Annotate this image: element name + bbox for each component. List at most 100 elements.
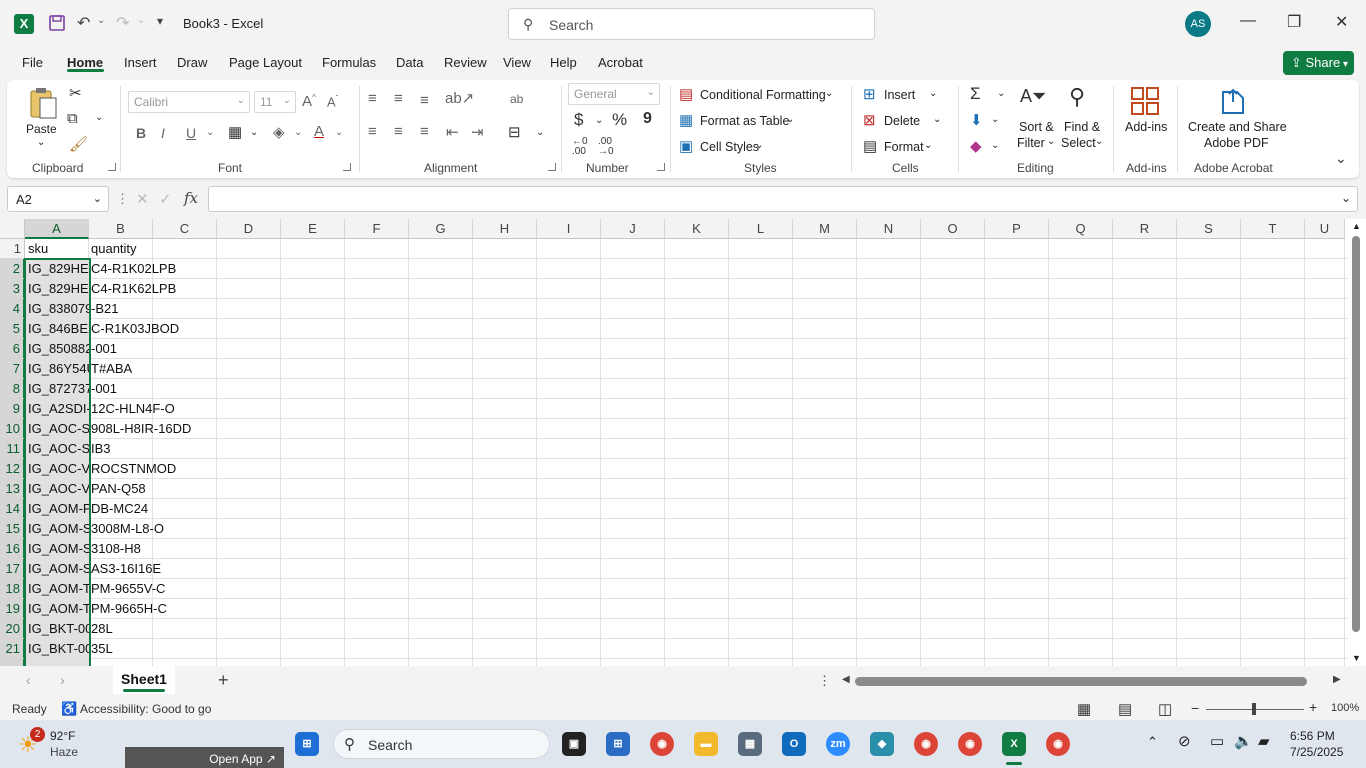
number-launcher-icon[interactable] — [657, 163, 665, 171]
row-header-partial[interactable] — [0, 659, 25, 666]
tab-file[interactable]: File — [22, 55, 43, 70]
zoom-level[interactable]: 100% — [1331, 702, 1359, 714]
row-header[interactable]: 8 — [0, 379, 25, 399]
chrome-profile-2-icon[interactable]: ◉ — [958, 732, 982, 756]
cell-styles-dropdown-icon[interactable]: ⌄ — [755, 140, 763, 151]
select-all-corner[interactable] — [0, 219, 25, 239]
name-box[interactable]: A2 ⌄ — [7, 186, 109, 212]
speaker-icon[interactable]: 🔈 — [1234, 732, 1253, 750]
row-header[interactable]: 3 — [0, 279, 25, 299]
insert-function-icon[interactable]: fx — [184, 189, 198, 207]
conditional-formatting-icon[interactable]: ▤ — [679, 85, 693, 103]
find-select-icon[interactable]: ⚲ — [1069, 84, 1085, 110]
column-header-c[interactable]: C — [153, 219, 217, 239]
taskbar-search[interactable]: ⚲ Search — [333, 729, 550, 759]
font-color-dropdown-icon[interactable]: ⌄ — [335, 127, 343, 138]
row-header[interactable]: 20 — [0, 619, 25, 639]
tab-formulas[interactable]: Formulas — [322, 55, 376, 70]
create-pdf-label-2[interactable]: Adobe PDF — [1204, 136, 1269, 150]
network-icon[interactable]: ⊘ — [1178, 732, 1191, 750]
paste-icon[interactable] — [28, 86, 58, 124]
increase-font-size-icon[interactable]: A^ — [302, 93, 316, 110]
bold-icon[interactable]: B — [136, 125, 146, 141]
borders-dropdown-icon[interactable]: ⌄ — [250, 127, 258, 138]
cell-a[interactable]: sku — [28, 239, 90, 259]
column-header-l[interactable]: L — [729, 219, 793, 239]
conditional-formatting-dropdown-icon[interactable]: ⌄ — [825, 88, 833, 99]
name-box-dropdown-icon[interactable]: ⌄ — [93, 192, 102, 205]
column-header-k[interactable]: K — [665, 219, 729, 239]
task-view-icon[interactable]: ▣ — [562, 732, 586, 756]
decrease-indent-icon[interactable]: ⇤ — [446, 123, 459, 141]
calculator-icon[interactable]: ▦ — [738, 732, 762, 756]
borders-icon[interactable]: ▦ — [228, 123, 242, 141]
normal-view-icon[interactable]: ▦ — [1077, 700, 1091, 718]
cell-b[interactable]: 3108-H8 — [91, 539, 141, 559]
delete-cells-icon[interactable]: ⊠ — [863, 111, 876, 129]
clear-dropdown-icon[interactable]: ⌄ — [991, 140, 999, 151]
restore-icon[interactable]: ❐ — [1287, 12, 1301, 32]
column-header-s[interactable]: S — [1177, 219, 1241, 239]
cell-b[interactable]: C4-R1K62LPB — [91, 279, 176, 299]
row-header[interactable]: 5 — [0, 319, 25, 339]
middle-align-icon[interactable]: ≡ — [394, 90, 403, 107]
column-header-j[interactable]: J — [601, 219, 665, 239]
column-header-e[interactable]: E — [281, 219, 345, 239]
cell-b[interactable]: 3008M-L8-O — [91, 519, 164, 539]
clipboard-launcher-icon[interactable] — [108, 163, 116, 171]
display-icon[interactable]: ▭ — [1210, 732, 1224, 750]
row-header[interactable]: 1 — [0, 239, 25, 259]
font-size-combo[interactable]: 11 ⌄ — [254, 91, 296, 113]
format-painter-icon[interactable]: 🖌 — [69, 135, 88, 153]
column-header-r[interactable]: R — [1113, 219, 1177, 239]
font-name-combo[interactable]: Calibri ⌄ — [128, 91, 250, 113]
column-header-t[interactable]: T — [1241, 219, 1305, 239]
horizontal-scroll-thumb[interactable] — [855, 677, 1307, 686]
fill-color-dropdown-icon[interactable]: ⌄ — [294, 127, 302, 138]
insert-cells-icon[interactable]: ⊞ — [863, 85, 876, 103]
row-header[interactable]: 4 — [0, 299, 25, 319]
add-ins-icon[interactable] — [1130, 86, 1160, 120]
italic-icon[interactable]: I — [161, 125, 165, 141]
wrap-text-icon[interactable]: ab — [510, 92, 523, 106]
underline-icon[interactable]: U — [186, 125, 196, 141]
comma-style-icon[interactable]: 9 — [643, 110, 652, 128]
column-header-p[interactable]: P — [985, 219, 1049, 239]
cell-b[interactable]: 908L-H8IR-16DD — [91, 419, 191, 439]
column-header-h[interactable]: H — [473, 219, 537, 239]
bottom-align-icon[interactable]: ≡ — [420, 92, 429, 109]
format-as-table-icon[interactable]: ▦ — [679, 111, 693, 129]
adobe-pdf-icon[interactable] — [1220, 86, 1246, 120]
column-header-o[interactable]: O — [921, 219, 985, 239]
page-layout-view-icon[interactable]: ▤ — [1118, 700, 1132, 718]
insert-cells-dropdown-icon[interactable]: ⌄ — [929, 88, 937, 99]
tab-data[interactable]: Data — [396, 55, 423, 70]
conditional-formatting-button[interactable]: Conditional Formatting — [700, 88, 826, 102]
sort-filter-dropdown-icon[interactable]: ⌄ — [1047, 136, 1055, 147]
expand-formula-bar-icon[interactable]: ⌄ — [1341, 191, 1351, 205]
save-icon[interactable] — [48, 14, 66, 37]
row-header[interactable]: 11 — [0, 439, 25, 459]
cell-b[interactable]: -001 — [91, 379, 117, 399]
cut-icon[interactable]: ✂ — [69, 84, 82, 102]
redo-dropdown-icon[interactable]: ⌄ — [137, 15, 145, 26]
customize-qat-icon[interactable]: ▾ — [157, 14, 163, 28]
file-explorer-icon[interactable]: ▬ — [694, 732, 718, 756]
scroll-right-icon[interactable]: ▶ — [1333, 674, 1341, 685]
tab-insert[interactable]: Insert — [124, 55, 157, 70]
excel-taskbar-icon[interactable]: X — [1002, 732, 1026, 756]
zoom-app-icon[interactable]: zm — [826, 732, 850, 756]
currency-icon[interactable]: $ — [574, 110, 583, 130]
cell-b[interactable]: C4-R1K02LPB — [91, 259, 176, 279]
paste-label[interactable]: Paste — [26, 122, 57, 136]
insert-cells-button[interactable]: Insert — [884, 88, 915, 102]
accessibility-status[interactable]: Accessibility: Good to go — [80, 702, 211, 716]
column-header-m[interactable]: M — [793, 219, 857, 239]
row-header[interactable]: 9 — [0, 399, 25, 419]
column-header-b[interactable]: B — [89, 219, 153, 239]
cell-b[interactable]: AS3-16I16E — [91, 559, 161, 579]
cell-b[interactable]: -B21 — [91, 299, 118, 319]
column-header-u[interactable]: U — [1305, 219, 1345, 239]
tab-help[interactable]: Help — [550, 55, 577, 70]
row-header[interactable]: 13 — [0, 479, 25, 499]
